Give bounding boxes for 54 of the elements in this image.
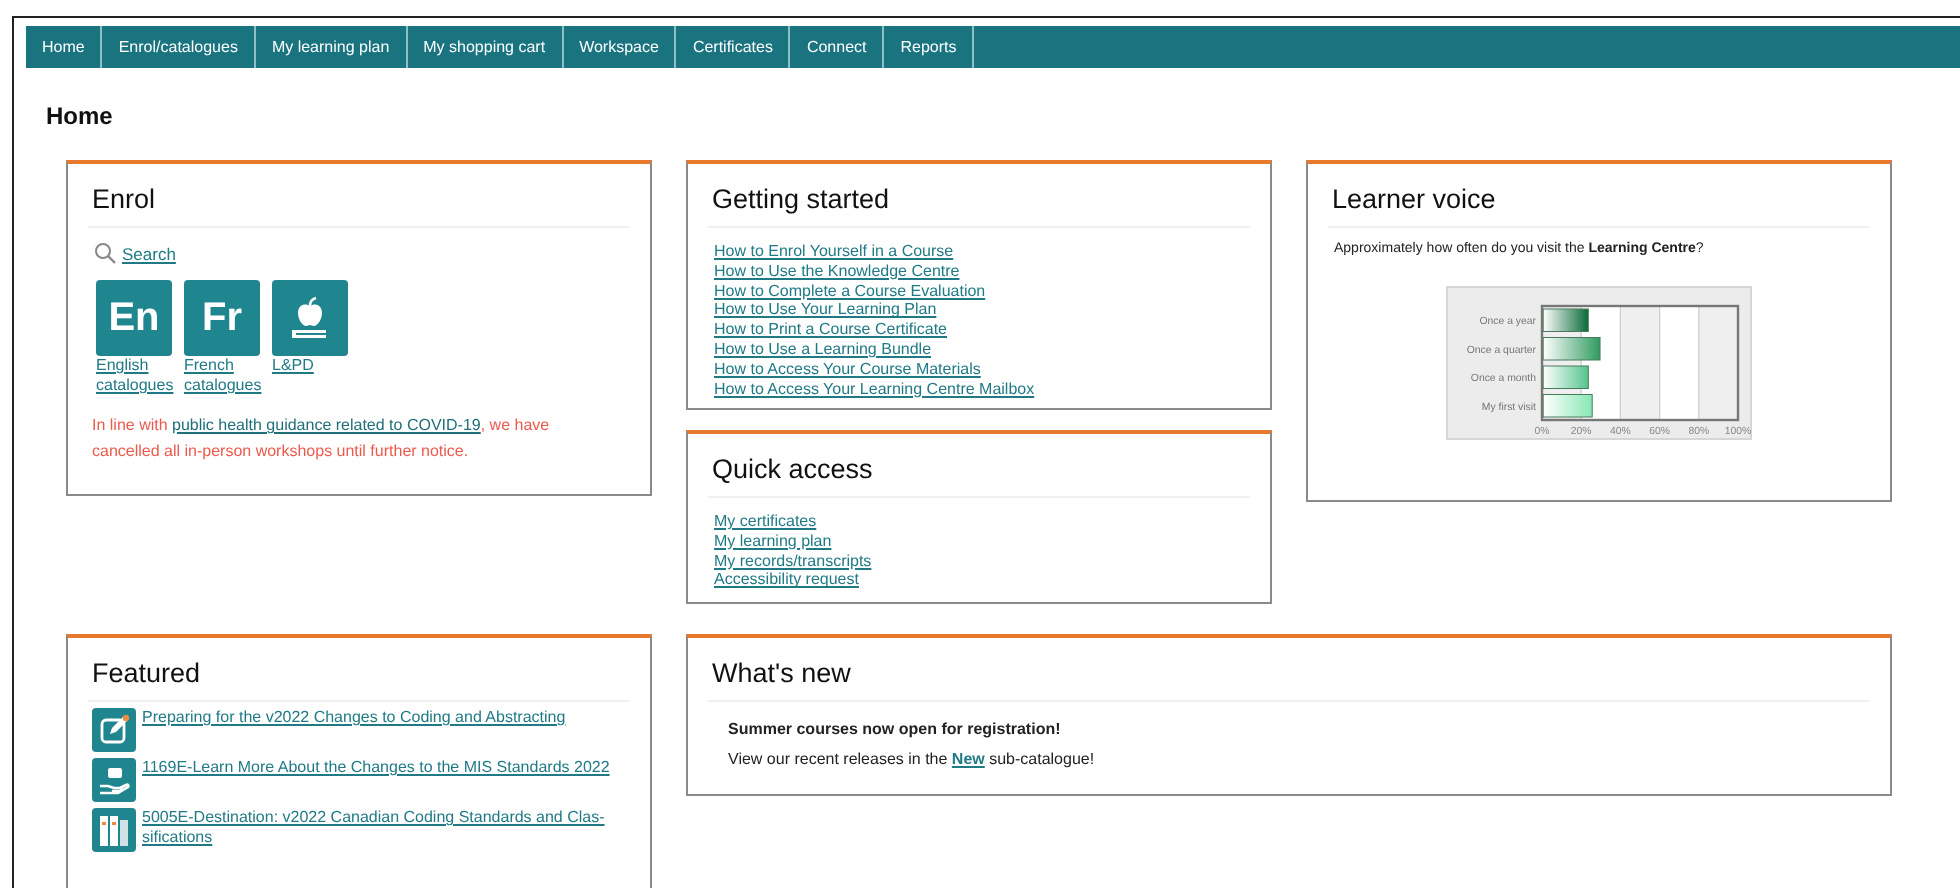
nav-tab[interactable]: Home [26,26,103,68]
news-text: View our recent releases in the New sub-catalogue! [728,750,1097,768]
card-title: Enrol [88,164,630,228]
nav-tab[interactable]: My learning plan [255,26,408,68]
catalogue-link[interactable]: English catalogues [96,356,174,396]
apple-on-book-icon [290,296,330,340]
course-tile[interactable] [92,808,136,852]
new-link[interactable]: New [951,750,985,768]
chart-bar [1542,308,1589,332]
catalogue-tile[interactable]: Fr [184,280,260,356]
course-tile[interactable] [92,758,136,802]
nav-tab[interactable]: Enrol/catalogues [102,26,256,68]
chart-bar [1542,365,1589,389]
course-link[interactable]: 1169E-Learn More About the Changes to the MIS Standards 2022 [142,758,622,778]
guidance-link[interactable]: public health guidance related to COVID-19 [172,416,481,434]
card-title: Featured [88,638,630,702]
nav-tab[interactable]: Workspace [563,26,677,68]
help-link[interactable]: Accessibility request [714,570,1244,591]
help-link[interactable]: How to Access Your Course Materials [714,359,1244,380]
catalogue-link[interactable]: L&PD [272,356,350,376]
search-link[interactable]: Search [122,243,176,263]
help-link[interactable]: How to Access Your Learning Centre Mailbox [714,379,1244,399]
catalogue-tile[interactable] [272,280,348,356]
help-link[interactable]: How to Enrol Yourself in a Course [714,242,1244,262]
card-title: Learner voice [1328,164,1870,228]
nav-tab[interactable]: Connect [790,26,885,68]
catalogue-link[interactable]: French catalogues [184,356,262,396]
catalogue-tile[interactable]: En [96,280,172,356]
notice-text: In line with public health guidance related to COVID-19, we have cancelled all in-person workshops until further notice. [92,414,552,464]
pencil-note-icon [98,714,130,746]
help-link[interactable]: My records/transcripts [714,551,1244,571]
nav-tab[interactable]: Certificates [676,26,791,68]
nav-tab[interactable]: Reports [884,26,975,68]
books-icon [98,812,130,848]
help-link[interactable]: How to Use the Knowledge Centre [714,261,1244,282]
help-link[interactable]: My learning plan [714,531,1244,552]
help-link[interactable]: How to Print a Course Certificate [714,320,1244,340]
search-icon [94,242,116,264]
course-link[interactable]: 5005E-Destination: v2022 Canadian Coding Standards and Clas-sifications [142,808,622,848]
page-title: Home [46,102,115,130]
hand-with-screen-icon [98,764,130,796]
course-link[interactable]: Preparing for the v2022 Changes to Coding and Abstracting [142,708,622,728]
help-link[interactable]: How to Complete a Course Evaluation [714,281,1244,301]
help-link[interactable]: My certificates [714,512,1244,532]
card-title: Quick access [708,434,1250,498]
course-tile[interactable] [92,708,136,752]
card-title: What's new [708,638,1870,702]
news-headline: Summer courses now open for registration! [728,720,1063,738]
chart-bar [1542,394,1593,418]
help-link[interactable]: How to Use a Learning Bundle [714,339,1244,360]
help-link[interactable]: How to Use Your Learning Plan [714,300,1244,321]
chart-bar [1542,337,1601,361]
nav-tab[interactable]: My shopping cart [407,26,564,68]
card-title: Getting started [708,164,1250,228]
